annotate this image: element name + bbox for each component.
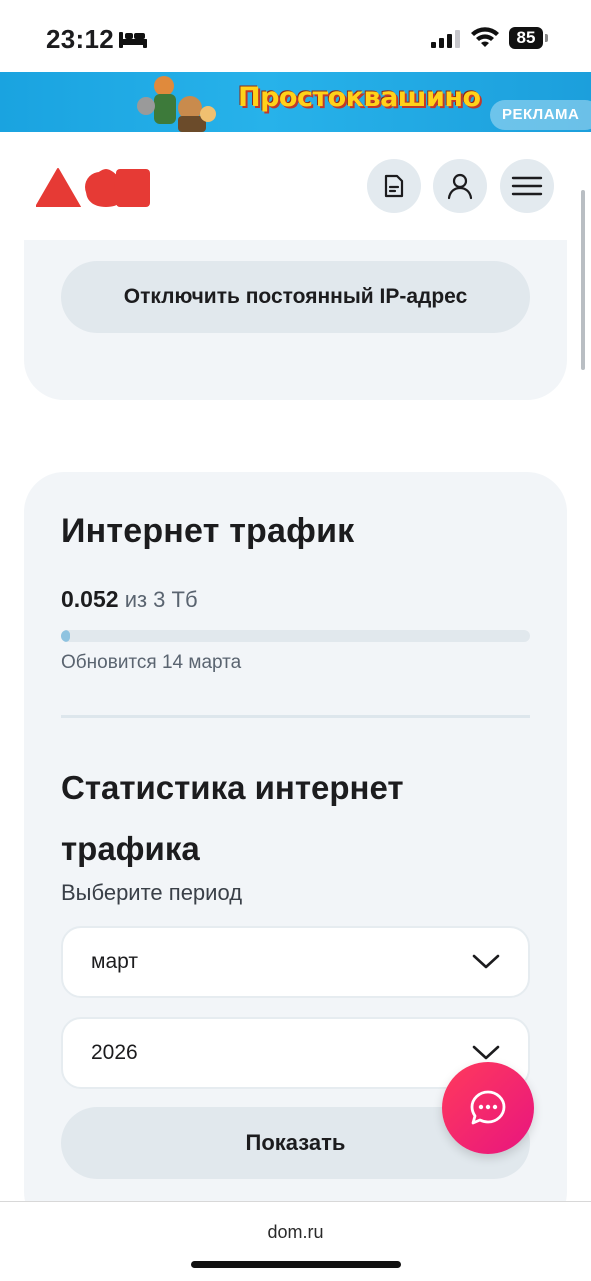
user-icon bbox=[447, 173, 473, 200]
menu-button[interactable] bbox=[500, 159, 554, 213]
month-select[interactable]: март bbox=[61, 926, 530, 998]
wifi-icon bbox=[471, 27, 499, 47]
ad-logo-text: Простоквашино bbox=[238, 82, 481, 113]
stats-title: Статистика интернет трафика bbox=[61, 769, 404, 867]
traffic-total: из 3 Тб bbox=[124, 587, 198, 612]
home-indicator[interactable] bbox=[191, 1261, 401, 1268]
ad-banner[interactable]: Простоквашино РЕКЛАМА bbox=[0, 72, 591, 132]
disable-static-ip-button[interactable]: Отключить постоянный IP-адрес bbox=[61, 261, 530, 333]
profile-button[interactable] bbox=[433, 159, 487, 213]
address-bar-url[interactable]: dom.ru bbox=[0, 1222, 591, 1243]
menu-icon bbox=[511, 176, 543, 196]
traffic-progress-fill bbox=[61, 630, 71, 642]
section-divider bbox=[61, 715, 530, 718]
battery-tip bbox=[545, 34, 548, 42]
traffic-progress-bar bbox=[61, 630, 530, 642]
browser-bottom-bar: dom.ru bbox=[0, 1201, 591, 1281]
signal-icon bbox=[431, 30, 460, 48]
ad-characters-image bbox=[137, 76, 216, 132]
traffic-refresh-note: Обновится 14 марта bbox=[61, 652, 242, 673]
chat-button[interactable] bbox=[442, 1062, 534, 1154]
battery-icon: 85 bbox=[509, 27, 543, 49]
chevron-down-icon bbox=[472, 954, 500, 969]
documents-button[interactable] bbox=[367, 159, 421, 213]
status-time: 23:12 bbox=[46, 24, 114, 54]
traffic-title: Интернет трафик bbox=[61, 512, 355, 550]
period-label: Выберите период bbox=[61, 880, 243, 905]
chevron-down-icon bbox=[472, 1045, 500, 1060]
year-select-value: 2026 bbox=[91, 1041, 138, 1064]
chat-bubble-icon bbox=[470, 1090, 506, 1125]
document-icon bbox=[384, 174, 404, 198]
page-scrollbar[interactable] bbox=[581, 190, 585, 370]
traffic-used-value: 0.052 bbox=[61, 586, 119, 612]
bed-icon bbox=[119, 32, 147, 48]
domru-logo[interactable] bbox=[36, 167, 152, 207]
ip-address-card: Отключить постоянный IP-адрес bbox=[24, 240, 567, 400]
month-select-value: март bbox=[91, 950, 138, 973]
traffic-usage: 0.052 из 3 Тб bbox=[61, 586, 198, 613]
status-bar: 23:12 85 bbox=[0, 0, 591, 72]
site-header bbox=[0, 132, 591, 240]
ad-badge: РЕКЛАМА bbox=[490, 100, 591, 130]
